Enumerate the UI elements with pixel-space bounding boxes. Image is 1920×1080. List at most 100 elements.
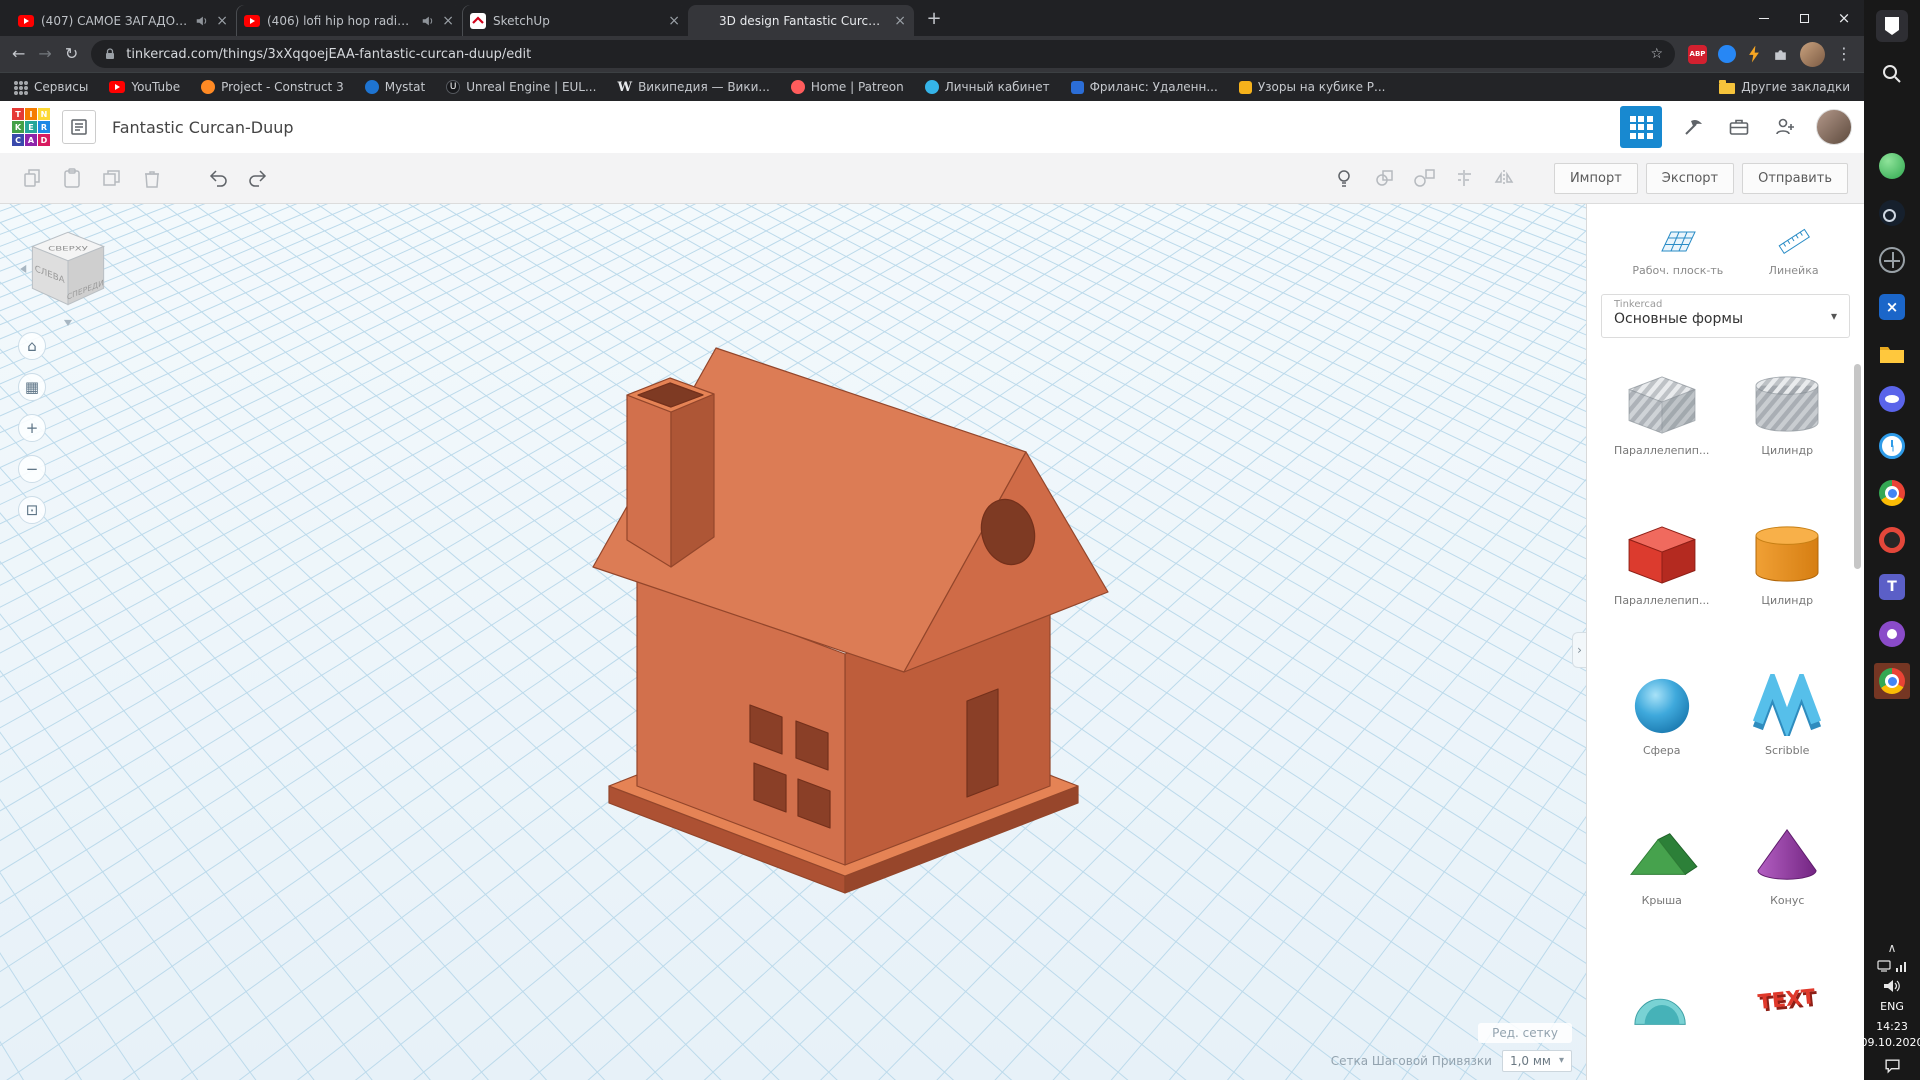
house-model[interactable]	[0, 204, 1586, 1080]
snap-grid-select[interactable]: 1,0 мм	[1502, 1050, 1572, 1072]
new-tab-button[interactable]	[920, 5, 948, 33]
extensions-puzzle-icon[interactable]	[1772, 46, 1789, 63]
tab-audio-icon[interactable]	[195, 14, 209, 28]
orthographic-view-button[interactable]	[18, 373, 46, 401]
paste-button[interactable]	[56, 162, 88, 194]
zoom-out-button[interactable]	[18, 455, 46, 483]
group-button[interactable]	[1368, 162, 1400, 194]
shape-cone[interactable]: Конус	[1731, 808, 1845, 958]
tools-pickaxe-button[interactable]	[1678, 112, 1708, 142]
show-all-button[interactable]	[1328, 162, 1360, 194]
reload-button[interactable]	[65, 46, 78, 62]
language-indicator[interactable]: ENG	[1880, 1000, 1904, 1013]
adblock-extension-icon[interactable]: ABP	[1688, 45, 1707, 64]
taskbar-chrome-active-icon[interactable]	[1874, 663, 1910, 699]
delete-button[interactable]	[136, 162, 168, 194]
tab-close-icon[interactable]	[668, 14, 680, 28]
design-properties-button[interactable]	[62, 110, 96, 144]
browser-menu-icon[interactable]	[1836, 46, 1852, 62]
other-bookmarks[interactable]: Другие закладки	[1719, 80, 1850, 94]
taskbar-crosshair-icon[interactable]	[1874, 242, 1910, 278]
duplicate-button[interactable]	[96, 162, 128, 194]
browser-tab-2[interactable]: (406) lofi hip hop radio - bea	[236, 5, 462, 36]
copy-button[interactable]	[16, 162, 48, 194]
shape-text[interactable]: TEXT TEXT	[1731, 958, 1845, 1080]
taskbar-teams-icon[interactable]	[1874, 569, 1910, 605]
browser-tab-1[interactable]: (407) САМОЕ ЗАГАДОЧНОЕ УБ	[10, 5, 236, 36]
taskbar-epic-games-icon[interactable]	[1874, 8, 1910, 44]
browser-tab-4-active[interactable]: 3D design Fantastic Curcan-Duu	[688, 5, 914, 36]
bookmark-item-freelance[interactable]: Фриланс: Удаленн...	[1071, 80, 1218, 94]
import-button[interactable]: Импорт	[1554, 163, 1638, 194]
mirror-button[interactable]	[1488, 162, 1520, 194]
design-title[interactable]: Fantastic Curcan-Duup	[112, 118, 294, 137]
taskbar-chrome-icon[interactable]	[1874, 475, 1910, 511]
bookmark-item-services[interactable]: Сервисы	[14, 80, 88, 94]
export-button[interactable]: Экспорт	[1646, 163, 1734, 194]
bookmark-item-cabinet[interactable]: Личный кабинет	[925, 80, 1050, 94]
align-button[interactable]	[1448, 162, 1480, 194]
tab-close-icon[interactable]	[216, 14, 228, 28]
action-center-icon[interactable]	[1884, 1057, 1901, 1074]
bookmark-item-patreon[interactable]: Home | Patreon	[791, 80, 904, 94]
shape-half-cylinder[interactable]	[1605, 958, 1719, 1080]
view-cube[interactable]: СВЕРХУ СЛЕВА СПЕРЕДИ	[12, 216, 124, 328]
back-button[interactable]	[12, 46, 25, 62]
taskbar-steam-icon[interactable]	[1874, 195, 1910, 231]
taskbar-blue-x-icon[interactable]	[1874, 289, 1910, 325]
dashboard-grid-button[interactable]	[1620, 106, 1662, 148]
maximize-button[interactable]	[1784, 0, 1824, 36]
edit-grid-button[interactable]: Ред. сетку	[1478, 1023, 1572, 1043]
forward-button[interactable]	[38, 46, 51, 62]
shape-scribble[interactable]: Scribble	[1731, 658, 1845, 808]
volume-icon[interactable]	[1883, 978, 1901, 994]
undo-button[interactable]	[202, 162, 234, 194]
tab-close-icon[interactable]	[894, 14, 906, 28]
ungroup-button[interactable]	[1408, 162, 1440, 194]
taskbar-record-icon[interactable]	[1874, 522, 1910, 558]
shape-cylinder-orange[interactable]: Цилиндр	[1731, 508, 1845, 658]
taskbar-clock[interactable]: 14:23 09.10.2020	[1861, 1019, 1920, 1051]
taskbar-search-icon[interactable]	[1874, 56, 1910, 92]
close-window-button[interactable]	[1824, 0, 1864, 36]
shape-roof[interactable]: Крыша	[1605, 808, 1719, 958]
shape-box-striped[interactable]: Параллелепип...	[1605, 358, 1719, 508]
panel-scrollbar[interactable]	[1854, 364, 1861, 569]
blue-extension-icon[interactable]	[1718, 45, 1736, 63]
redo-button[interactable]	[242, 162, 274, 194]
taskbar-purple-app-icon[interactable]	[1874, 616, 1910, 652]
3d-viewport[interactable]: СВЕРХУ СЛЕВА СПЕРЕДИ Ред. сетку Сетка Ша…	[0, 204, 1586, 1080]
tab-audio-icon[interactable]	[421, 14, 435, 28]
bookmark-item-construct[interactable]: Project - Construct 3	[201, 80, 344, 94]
panel-collapse-handle[interactable]	[1572, 632, 1586, 668]
taskbar-explorer-folder-icon[interactable]	[1874, 336, 1910, 372]
network-icons[interactable]	[1877, 960, 1907, 972]
shape-cylinder-striped[interactable]: Цилиндр	[1731, 358, 1845, 508]
bookmark-item-wikipedia[interactable]: Википедия — Вики...	[617, 80, 769, 95]
user-avatar[interactable]	[1816, 109, 1852, 145]
tray-expand-icon[interactable]	[1888, 942, 1897, 954]
shape-box-red[interactable]: Параллелепип...	[1605, 508, 1719, 658]
workplane-tool[interactable]: Рабоч. плоск-ть	[1632, 225, 1723, 277]
minimize-button[interactable]	[1744, 0, 1784, 36]
shape-sphere[interactable]: Сфера	[1605, 658, 1719, 808]
profile-avatar[interactable]	[1800, 42, 1825, 67]
bookmark-item-youtube[interactable]: YouTube	[109, 80, 180, 94]
invite-button[interactable]	[1770, 112, 1800, 142]
briefcase-button[interactable]	[1724, 112, 1754, 142]
bookmark-item-unreal[interactable]: Unreal Engine | EUL...	[446, 80, 596, 94]
bookmark-item-uzory[interactable]: Узоры на кубике Р...	[1239, 80, 1386, 94]
taskbar-discord-icon[interactable]	[1874, 381, 1910, 417]
tinkercad-logo[interactable]: T I N K E R C A D	[12, 108, 50, 146]
fit-view-button[interactable]	[18, 496, 46, 524]
taskbar-clock-icon[interactable]	[1874, 428, 1910, 464]
taskbar-messenger-icon[interactable]	[1874, 148, 1910, 184]
url-bar[interactable]: tinkercad.com/things/3xXqqoejEAA-fantast…	[91, 40, 1675, 68]
send-button[interactable]: Отправить	[1742, 163, 1848, 194]
bookmark-star-icon[interactable]	[1650, 47, 1663, 61]
home-view-button[interactable]	[18, 332, 46, 360]
zoom-in-button[interactable]	[18, 414, 46, 442]
browser-tab-3[interactable]: SketchUp	[462, 5, 688, 36]
shape-category-dropdown[interactable]: Tinkercad Основные формы	[1601, 294, 1850, 338]
lightning-extension-icon[interactable]	[1747, 46, 1761, 63]
